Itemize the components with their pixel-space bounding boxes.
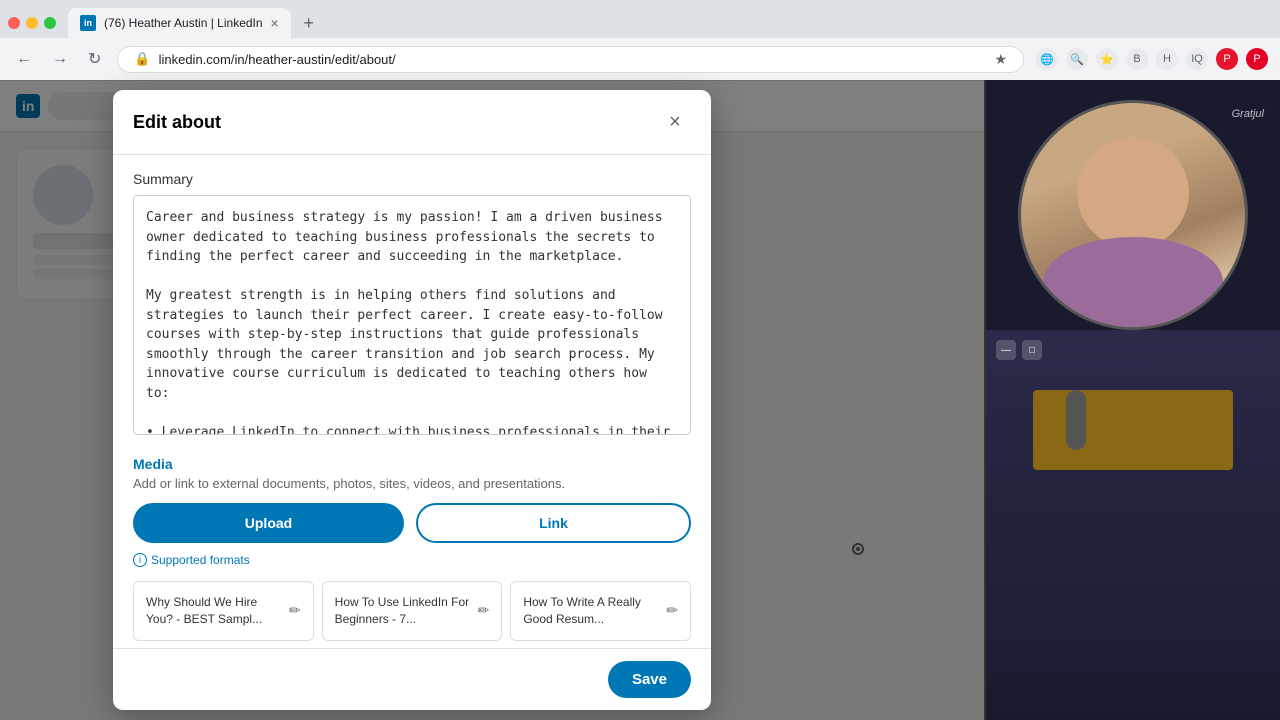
window-btn-1: —: [996, 340, 1016, 360]
supported-formats[interactable]: i Supported formats: [133, 553, 691, 567]
edit-about-modal: Edit about × Summary Media Add or link t…: [113, 90, 711, 710]
active-tab[interactable]: in (76) Heather Austin | LinkedIn ×: [68, 8, 291, 38]
upload-button[interactable]: Upload: [133, 503, 404, 543]
media-item-2: How To Write A Really Good Resum... ✏: [510, 581, 691, 641]
media-item-title-2: How To Write A Really Good Resum...: [523, 594, 658, 628]
extension-icon-4[interactable]: B: [1126, 48, 1148, 70]
webcam-person: [1021, 103, 1245, 327]
media-description: Add or link to external documents, photo…: [133, 476, 691, 491]
webcam-microphone: [1066, 390, 1086, 450]
forward-button[interactable]: →: [48, 46, 72, 72]
media-item-title-0: Why Should We Hire You? - BEST Sampl...: [146, 594, 281, 628]
window-controls: — □: [996, 340, 1042, 360]
info-icon: i: [133, 553, 147, 567]
webcam-overlay: Gratjul — □: [984, 80, 1280, 720]
tab-title: (76) Heather Austin | LinkedIn: [104, 16, 263, 30]
webcam-circle: [1018, 100, 1248, 330]
modal-overlay: Edit about × Summary Media Add or link t…: [0, 80, 984, 720]
media-grid-row1: Why Should We Hire You? - BEST Sampl... …: [133, 581, 691, 641]
modal-header: Edit about ×: [113, 90, 711, 155]
tab-close-button[interactable]: ×: [271, 15, 279, 31]
back-button[interactable]: ←: [12, 46, 36, 72]
extension-icon-1[interactable]: 🌐: [1036, 48, 1058, 70]
extension-icon-8[interactable]: P: [1246, 48, 1268, 70]
summary-label: Summary: [133, 171, 691, 187]
supported-formats-text: Supported formats: [151, 553, 250, 567]
media-edit-icon-1[interactable]: ✏: [478, 602, 490, 619]
traffic-lights: [8, 17, 56, 29]
media-label[interactable]: Media: [133, 456, 691, 472]
browser-chrome: in (76) Heather Austin | LinkedIn × + ← …: [0, 0, 1280, 81]
extension-icon-3[interactable]: ⭐: [1096, 48, 1118, 70]
extension-icon-7[interactable]: P: [1216, 48, 1238, 70]
summary-textarea[interactable]: [133, 195, 691, 435]
extension-icon-6[interactable]: IQ: [1186, 48, 1208, 70]
media-item-0: Why Should We Hire You? - BEST Sampl... …: [133, 581, 314, 641]
webcam-background: [986, 330, 1280, 720]
extension-icon-2[interactable]: 🔍: [1066, 48, 1088, 70]
extension-icon-5[interactable]: H: [1156, 48, 1178, 70]
media-section: Media Add or link to external documents,…: [133, 456, 691, 648]
traffic-light-green[interactable]: [44, 17, 56, 29]
toolbar-icons: 🌐 🔍 ⭐ B H IQ P P: [1036, 48, 1268, 70]
tab-favicon: in: [80, 15, 96, 31]
modal-close-button[interactable]: ×: [659, 106, 691, 138]
traffic-light-yellow[interactable]: [26, 17, 38, 29]
media-buttons: Upload Link: [133, 503, 691, 543]
url-bar[interactable]: 🔒 linkedin.com/in/heather-austin/edit/ab…: [117, 46, 1024, 73]
tab-bar: in (76) Heather Austin | LinkedIn × +: [0, 0, 1280, 38]
save-button[interactable]: Save: [608, 661, 691, 698]
media-item-1: How To Use LinkedIn For Beginners - 7...…: [322, 581, 503, 641]
modal-body: Summary Media Add or link to external do…: [113, 155, 711, 648]
webcam-desk: [1033, 390, 1233, 470]
media-edit-icon-0[interactable]: ✏: [289, 602, 301, 619]
new-tab-button[interactable]: +: [295, 9, 323, 37]
link-button[interactable]: Link: [416, 503, 691, 543]
refresh-button[interactable]: ↻: [84, 45, 105, 73]
media-item-title-1: How To Use LinkedIn For Beginners - 7...: [335, 594, 470, 628]
media-edit-icon-2[interactable]: ✏: [666, 602, 678, 619]
url-text: linkedin.com/in/heather-austin/edit/abou…: [159, 52, 396, 67]
modal-footer: Save: [113, 648, 711, 710]
traffic-light-red[interactable]: [8, 17, 20, 29]
webcam-watermark: Gratjul: [1232, 108, 1264, 120]
address-bar: ← → ↻ 🔒 linkedin.com/in/heather-austin/e…: [0, 38, 1280, 80]
window-btn-2: □: [1022, 340, 1042, 360]
modal-title: Edit about: [133, 112, 221, 133]
